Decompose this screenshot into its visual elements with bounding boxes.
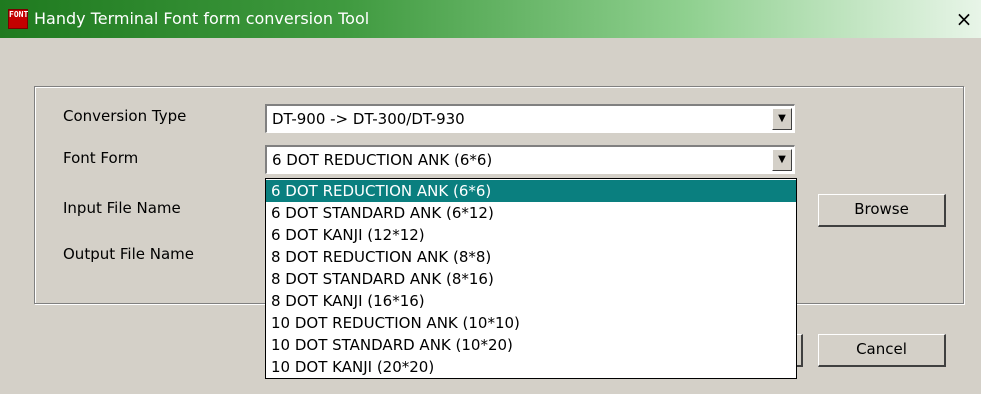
dropdown-option[interactable]: 6 DOT KANJI (12*12) bbox=[266, 224, 796, 246]
input-file-label: Input File Name bbox=[63, 199, 181, 217]
close-icon[interactable]: × bbox=[953, 9, 975, 29]
conversion-type-select[interactable]: DT-900 -> DT-300/DT-930 ▼ bbox=[265, 104, 795, 133]
font-form-dropdown-list[interactable]: 6 DOT REDUCTION ANK (6*6) 6 DOT STANDARD… bbox=[265, 178, 797, 379]
font-form-label: Font Form bbox=[63, 149, 139, 167]
app-icon-text: FONT bbox=[9, 10, 29, 19]
dropdown-option[interactable]: 8 DOT STANDARD ANK (8*16) bbox=[266, 268, 796, 290]
dropdown-option[interactable]: 10 DOT STANDARD ANK (10*20) bbox=[266, 334, 796, 356]
conversion-type-label: Conversion Type bbox=[63, 107, 187, 125]
dropdown-option[interactable]: 6 DOT REDUCTION ANK (6*6) bbox=[266, 180, 796, 202]
window-title: Handy Terminal Font form conversion Tool bbox=[34, 9, 370, 28]
output-file-label: Output File Name bbox=[63, 245, 194, 263]
title-bar: FONT Handy Terminal Font form conversion… bbox=[0, 0, 981, 38]
dropdown-option[interactable]: 8 DOT KANJI (16*16) bbox=[266, 290, 796, 312]
cancel-button[interactable]: Cancel bbox=[818, 334, 946, 367]
font-form-select[interactable]: 6 DOT REDUCTION ANK (6*6) ▼ bbox=[265, 145, 795, 174]
font-tool-icon[interactable]: FONT bbox=[8, 9, 28, 29]
font-form-value: 6 DOT REDUCTION ANK (6*6) bbox=[272, 151, 493, 169]
dropdown-option[interactable]: 10 DOT KANJI (20*20) bbox=[266, 356, 796, 378]
conversion-type-value: DT-900 -> DT-300/DT-930 bbox=[272, 110, 465, 128]
dropdown-option[interactable]: 6 DOT STANDARD ANK (6*12) bbox=[266, 202, 796, 224]
browse-button[interactable]: Browse bbox=[818, 194, 946, 227]
ok-button[interactable] bbox=[796, 334, 803, 367]
dropdown-option[interactable]: 8 DOT REDUCTION ANK (8*8) bbox=[266, 246, 796, 268]
chevron-down-icon[interactable]: ▼ bbox=[772, 149, 792, 171]
dropdown-option[interactable]: 10 DOT REDUCTION ANK (10*10) bbox=[266, 312, 796, 334]
chevron-down-icon[interactable]: ▼ bbox=[772, 108, 792, 130]
